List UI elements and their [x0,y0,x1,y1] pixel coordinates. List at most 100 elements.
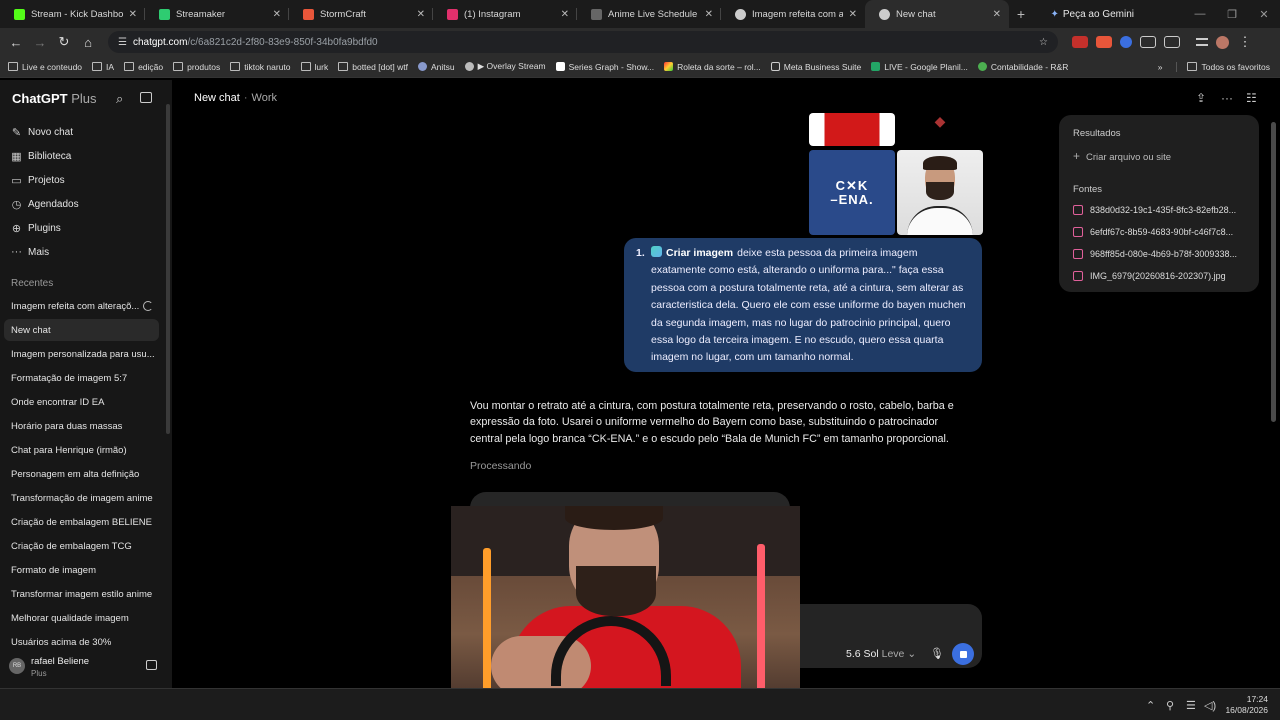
extension-icon[interactable] [1140,36,1156,48]
bookmark-folder[interactable]: tiktok naruto [230,62,291,72]
close-icon[interactable]: ✕ [417,9,425,20]
browser-menu-icon[interactable]: ⋮ [1233,34,1257,50]
bookmark-folder[interactable]: edição [124,62,163,72]
chat-item[interactable]: Chat para Henrique (irmão) [4,439,159,461]
chat-item[interactable]: Transformar imagem estilo anime [4,583,159,605]
volume-icon[interactable]: ◁) [1204,699,1216,712]
nav-biblioteca[interactable]: ▦ Biblioteca [10,150,71,163]
bookmark-folder[interactable]: Live e conteudo [8,62,82,72]
source-item[interactable]: 838d0d32-19c1-435f-8fc3-82efb28... [1073,205,1249,215]
bookmark-folder[interactable]: IA [92,62,114,72]
bookmark-link[interactable]: Contabilidade - R&R [977,62,1068,72]
source-item[interactable]: 968ff85d-080e-4b69-b78f-3009338... [1073,249,1249,259]
tab-streamaker[interactable]: Streamaker ✕ [145,0,289,28]
bookmark-link[interactable]: Roleta da sorte – rol... [664,62,761,72]
source-item[interactable]: IMG_6979(20260816-202307).jpg [1073,271,1249,281]
chat-item[interactable]: Criação de embalagem BELIENE [4,511,159,533]
minimize-button[interactable]: — [1184,8,1216,20]
nav-projetos[interactable]: ▭ Projetos [10,174,64,187]
sidebar-toggle-icon[interactable] [140,92,152,103]
chat-item[interactable]: Horário para duas massas [4,415,159,437]
uploaded-image-crest[interactable]: ◆ [897,113,983,135]
extension-icon[interactable] [1120,36,1132,48]
home-button[interactable]: ⌂ [76,35,100,50]
tab-search-icon[interactable] [1196,38,1208,46]
puzzle-icon[interactable] [1164,36,1180,48]
create-file-button[interactable]: + Criar arquivo ou site [1073,149,1171,163]
nav-agendados[interactable]: ◷ Agendados [10,198,79,211]
nav-mais[interactable]: ··· Mais [10,246,49,258]
chevron-up-icon[interactable]: ⌃ [1146,699,1155,712]
url-input[interactable]: ☰ chatgpt.com/c/6a821c2d-2f80-83e9-850f-… [108,31,1058,53]
stop-generation-button[interactable] [952,643,974,665]
tab-imagem-refeita[interactable]: Imagem refeita com alteraç ✕ [721,0,865,28]
extension-icon[interactable] [1096,36,1112,48]
app-title[interactable]: ChatGPT Plus [12,91,97,106]
bookmark-star-icon[interactable]: ☆ [1039,37,1048,48]
bookmark-folder[interactable]: produtos [173,62,220,72]
chevron-right-icon[interactable]: » [1158,62,1163,72]
tray-app-icon[interactable]: ⚲ [1166,699,1174,712]
chat-item[interactable]: Imagem personalizada para usu... [4,343,159,365]
chat-item[interactable]: New chat [4,319,159,341]
nav-novo-chat[interactable]: ✎ Novo chat [10,126,73,139]
close-icon[interactable]: ✕ [129,9,137,20]
microphone-icon[interactable]: 🎙︎ [930,647,944,660]
system-clock[interactable]: 17:24 16/08/2026 [1225,694,1268,716]
tab-instagram[interactable]: (1) Instagram ✕ [433,0,577,28]
close-icon[interactable]: ✕ [849,9,857,20]
chat-item[interactable]: Transformação de imagem anime [4,487,159,509]
user-profile[interactable]: RB rafael Beliene Plus [0,650,172,688]
nav-plugins[interactable]: ⊕ Plugins [10,222,61,235]
chat-item[interactable]: Formato de imagem [4,559,159,581]
chat-item[interactable]: Formatação de imagem 5:7 [4,367,159,389]
close-icon[interactable]: ✕ [561,9,569,20]
image-file-icon [1073,227,1083,237]
back-button[interactable]: ← [4,35,28,50]
bookmark-link[interactable]: Meta Business Suite [770,62,861,72]
chat-item[interactable]: Imagem refeita com alteraçõ... [4,295,159,317]
model-selector[interactable]: 5.6 Sol Leve ⌄ [846,648,916,660]
new-tab-button[interactable]: + [1009,6,1033,22]
panel-toggle-icon[interactable]: ☷ [1246,91,1257,105]
close-icon[interactable]: ✕ [273,9,281,20]
chat-item[interactable]: Melhorar qualidade imagem [4,607,159,629]
maximize-button[interactable]: ❐ [1216,8,1248,21]
workspace-icon[interactable] [146,660,157,670]
tab-new-chat[interactable]: New chat ✕ [865,0,1009,28]
more-options-icon[interactable]: ··· [1221,91,1233,105]
source-item[interactable]: 6efdf67c-8b59-4683-90bf-c46f7c8... [1073,227,1249,237]
forward-button[interactable]: → [28,35,52,50]
kick-icon [14,8,25,20]
close-icon[interactable]: ✕ [705,9,713,20]
bookmark-link[interactable]: Series Graph - Show... [555,62,654,72]
chat-item[interactable]: Personagem em alta definição [4,463,159,485]
bookmark-link[interactable]: ▶ Overlay Stream [464,61,546,72]
uploaded-image-person[interactable] [897,150,983,235]
uploaded-image-logo[interactable]: C✕K –ENA. [809,150,895,235]
uploaded-image-jersey[interactable] [809,113,895,146]
window-close-button[interactable]: ✕ [1248,8,1280,21]
bookmark-link[interactable]: LIVE - Google Planil... [871,62,968,72]
project-link[interactable]: Work [252,92,277,104]
chat-item[interactable]: Onde encontrar ID EA [4,391,159,413]
gemini-button[interactable]: ✦ Peça ao Gemini [1050,9,1184,20]
site-info-icon[interactable]: ☰ [118,37,127,48]
search-icon[interactable]: ⌕ [116,91,123,107]
bookmark-link[interactable]: botted [dot] wtf [338,62,408,72]
tab-stormcraft[interactable]: StormCraft ✕ [289,0,433,28]
reload-button[interactable]: ↻ [52,34,76,50]
bookmark-folder[interactable]: lurk [300,62,328,72]
sidebar-scrollbar[interactable] [166,104,170,434]
close-icon[interactable]: ✕ [993,9,1001,20]
profile-avatar[interactable] [1216,35,1229,49]
bookmark-link[interactable]: Anitsu [418,62,455,72]
tab-kick-dashboard[interactable]: Stream - Kick Dashboard ✕ [0,0,145,28]
tab-anime-schedule[interactable]: Anime Live Schedule ✕ [577,0,721,28]
network-icon[interactable]: ☰ [1186,699,1196,712]
main-scrollbar[interactable] [1271,122,1276,422]
share-icon[interactable]: ⇪ [1196,91,1206,105]
chat-item[interactable]: Criação de embalagem TCG [4,535,159,557]
youtube-extension-icon[interactable] [1072,36,1088,48]
all-bookmarks[interactable]: Todos os favoritos [1176,61,1270,72]
